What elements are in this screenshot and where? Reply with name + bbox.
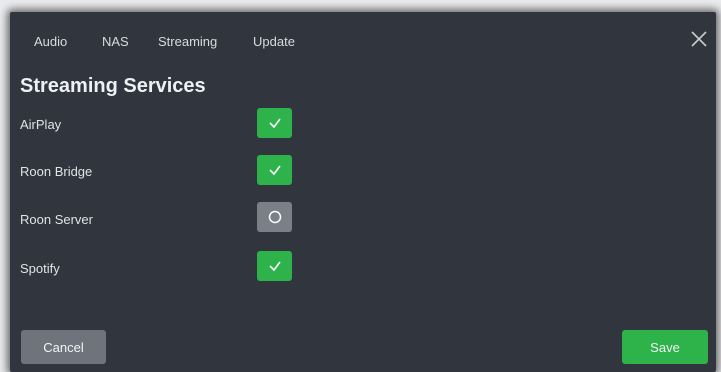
check-icon <box>268 165 281 176</box>
tab-streaming[interactable]: Streaming <box>158 34 217 49</box>
check-icon <box>268 118 281 129</box>
circle-icon <box>268 210 281 224</box>
service-label-airplay: AirPlay <box>20 117 62 132</box>
service-label-spotify: Spotify <box>20 261 60 276</box>
save-button[interactable]: Save <box>622 330 708 364</box>
toggle-roon-server[interactable] <box>257 202 292 232</box>
section-title: Streaming Services <box>20 75 206 97</box>
check-icon <box>268 261 281 272</box>
toggle-spotify[interactable] <box>257 251 292 281</box>
tab-update[interactable]: Update <box>253 34 295 49</box>
save-button-label: Save <box>650 339 680 355</box>
toggle-airplay[interactable] <box>257 108 292 138</box>
toggle-roon-bridge[interactable] <box>257 155 292 185</box>
tab-nas[interactable]: NAS <box>102 34 129 49</box>
tab-audio[interactable]: Audio <box>34 34 67 49</box>
service-label-roon-server: Roon Server <box>20 212 93 227</box>
close-icon[interactable] <box>690 30 708 48</box>
settings-dialog: Audio NAS Streaming Update Streaming Ser… <box>10 12 716 372</box>
service-label-roon-bridge: Roon Bridge <box>20 164 93 179</box>
cancel-button[interactable]: Cancel <box>21 330 106 364</box>
cancel-button-label: Cancel <box>43 339 84 355</box>
